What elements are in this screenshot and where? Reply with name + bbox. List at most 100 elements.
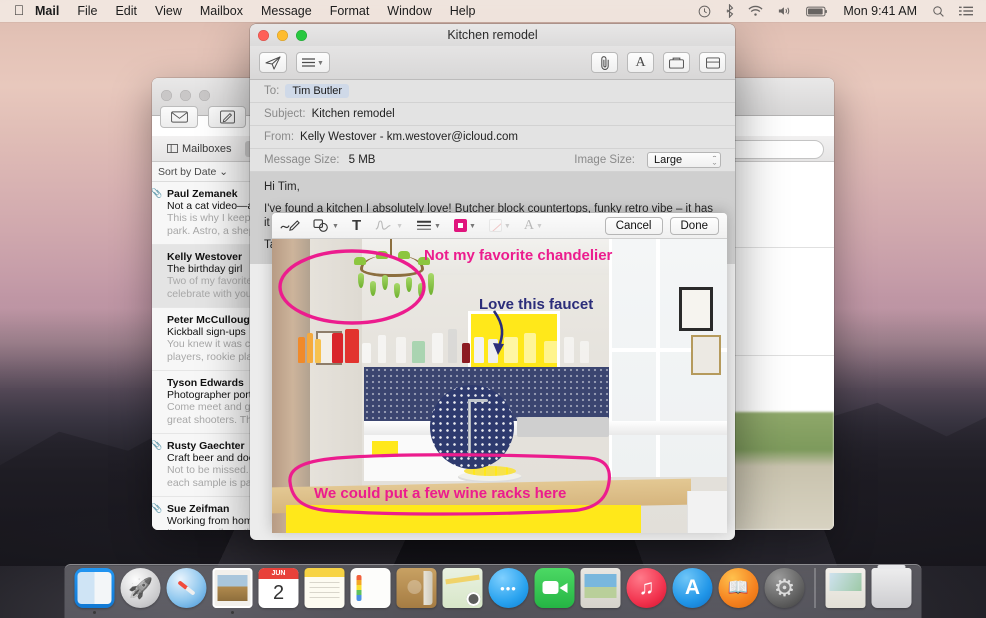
dock-item-system-preferences[interactable] [764, 568, 805, 608]
dock-item-messages[interactable] [488, 568, 529, 608]
dock-item-contacts[interactable] [396, 568, 437, 608]
notification-center-icon[interactable] [952, 5, 980, 17]
chevron-down-icon: ▼ [468, 223, 476, 230]
minimize-button[interactable] [180, 90, 191, 101]
recipient-token[interactable]: Tim Butler [285, 84, 350, 98]
sort-by-control[interactable]: Sort by Date ⌄ [152, 162, 254, 182]
chevron-down-icon: ▼ [332, 223, 339, 230]
dock-item-facetime[interactable] [534, 568, 575, 608]
chevron-down-icon: ▼ [535, 223, 543, 230]
zoom-button[interactable] [296, 30, 307, 41]
compose-traffic-lights[interactable] [258, 30, 307, 41]
mail-window-traffic-lights[interactable] [161, 90, 210, 101]
mailboxes-button[interactable]: Mailboxes [160, 141, 239, 157]
send-paper-plane-icon[interactable] [259, 52, 287, 73]
fill-color-swatch[interactable] [488, 219, 502, 232]
battery-icon[interactable] [799, 6, 835, 17]
close-button[interactable] [161, 90, 172, 101]
dock[interactable]: JUN 2 [64, 564, 922, 618]
dock-item-calendar[interactable]: JUN 2 [258, 568, 299, 608]
text-tool-icon[interactable]: T [352, 217, 361, 234]
stationery-icon[interactable] [699, 52, 726, 73]
cancel-button[interactable]: Cancel [604, 216, 663, 235]
menu-item-format[interactable]: Format [321, 0, 379, 22]
dock-item-mail[interactable] [212, 568, 253, 614]
compose-icon[interactable] [208, 106, 246, 128]
header-fields-icon[interactable]: ▼ [296, 52, 330, 73]
dock-item-trash[interactable] [871, 565, 912, 608]
menu-item-edit[interactable]: Edit [106, 0, 146, 22]
menu-item-window[interactable]: Window [378, 0, 440, 22]
from-field-row[interactable]: From: Kelly Westover - km.westover@iclou… [250, 126, 735, 149]
compose-message-window[interactable]: Kitchen remodel ▼ A To: Tim Butler Subje… [250, 24, 735, 540]
dock-item-notes[interactable] [304, 568, 345, 608]
zoom-button[interactable] [199, 90, 210, 101]
dock-item-itunes[interactable] [626, 568, 667, 608]
dock-item-reminders[interactable] [350, 568, 391, 608]
table-row[interactable]: 📎 Paul Zemanek Not a cat video—a mo This… [152, 182, 253, 245]
message-preview: I'm on email, on the ph [158, 527, 253, 530]
running-indicator [231, 611, 234, 614]
to-field-row[interactable]: To: Tim Butler [250, 80, 735, 103]
image-size-group: Image Size: Large [574, 152, 721, 168]
close-button[interactable] [258, 30, 269, 41]
border-color-swatch[interactable] [453, 219, 467, 232]
menu-bar-clock[interactable]: Mon 9:41 AM [835, 4, 925, 18]
menu-item-message[interactable]: Message [252, 0, 321, 22]
message-subject: The birthday girl [167, 263, 243, 275]
fill-color-tool-icon[interactable]: ▼ [488, 219, 511, 232]
menu-item-help[interactable]: Help [441, 0, 485, 22]
table-row[interactable]: Tyson Edwards Photographer portfolio Com… [152, 371, 253, 434]
sort-by-label: Sort by Date [158, 166, 217, 178]
menu-item-mail[interactable]: Mail [32, 0, 68, 22]
chevron-down-icon: ▼ [434, 223, 441, 230]
image-size-select[interactable]: Large [647, 152, 721, 168]
dock-item-ibooks[interactable] [718, 568, 759, 608]
subject-label: Subject: [264, 108, 306, 120]
volume-icon[interactable] [770, 5, 799, 17]
search-icon[interactable] [925, 5, 952, 18]
menu-item-file[interactable]: File [68, 0, 106, 22]
table-row[interactable]: 📎 Rusty Gaechter Craft beer and doom r N… [152, 434, 253, 497]
sketch-tool-icon[interactable] [280, 219, 300, 233]
message-list[interactable]: 📎 Paul Zemanek Not a cat video—a mo This… [152, 182, 254, 530]
photo-browser-icon[interactable] [663, 52, 690, 73]
table-row[interactable]: Peter McCullough Kickball sign-ups You k… [152, 308, 253, 371]
menu-item-mailbox[interactable]: Mailbox [191, 0, 252, 22]
dock-item-launchpad[interactable] [120, 568, 161, 608]
annotation-text-faucet: Love this faucet [479, 296, 594, 313]
text-style-tool-icon[interactable]: A ▼ [524, 218, 543, 234]
chevron-down-icon: ▼ [396, 223, 404, 230]
minimize-button[interactable] [277, 30, 288, 41]
time-machine-icon[interactable] [691, 5, 718, 18]
dock-item-finder[interactable] [74, 568, 115, 614]
apple-menu-icon[interactable]:  [6, 3, 32, 19]
markup-editor[interactable]: ▼ T ▼ ▼ ▼ ▼ A ▼ Cancel Done Not my favor… [272, 213, 727, 533]
dock-item-safari[interactable] [166, 568, 207, 608]
kitchen-wall-art-2 [691, 335, 721, 375]
message-preview: celebrate with you. Te [167, 288, 254, 300]
mailboxes-label: Mailboxes [182, 142, 232, 155]
dock-item-appstore[interactable] [672, 568, 713, 608]
shape-style-tool-icon[interactable]: ▼ [416, 219, 441, 232]
menu-item-view[interactable]: View [146, 0, 191, 22]
done-button[interactable]: Done [669, 216, 719, 235]
paperclip-icon[interactable] [591, 52, 618, 73]
message-subject: Craft beer and doom r [167, 452, 253, 464]
font-format-icon[interactable]: A [627, 52, 654, 73]
dock-item-downloads[interactable] [825, 568, 866, 608]
wifi-icon[interactable] [741, 5, 770, 17]
dock-item-maps[interactable] [442, 568, 483, 608]
markup-canvas[interactable]: Not my favorite chandelier Love this fau… [272, 239, 727, 533]
signature-tool-icon[interactable]: ▼ [374, 219, 403, 233]
envelope-icon[interactable] [160, 106, 198, 128]
subject-field-row[interactable]: Subject: Kitchen remodel [250, 103, 735, 126]
bluetooth-icon[interactable] [718, 4, 741, 18]
border-color-tool-icon[interactable]: ▼ [453, 219, 476, 232]
shapes-tool-icon[interactable]: ▼ [313, 218, 339, 233]
table-row[interactable]: Kelly Westover The birthday girl Two of … [152, 245, 253, 308]
dock-item-photos[interactable] [580, 568, 621, 608]
attachment-icon: 📎 [152, 440, 163, 450]
message-sender: Kelly Westover [167, 251, 243, 263]
table-row[interactable]: 📎 Sue Zeifman Working from home I'm on e… [152, 497, 253, 530]
